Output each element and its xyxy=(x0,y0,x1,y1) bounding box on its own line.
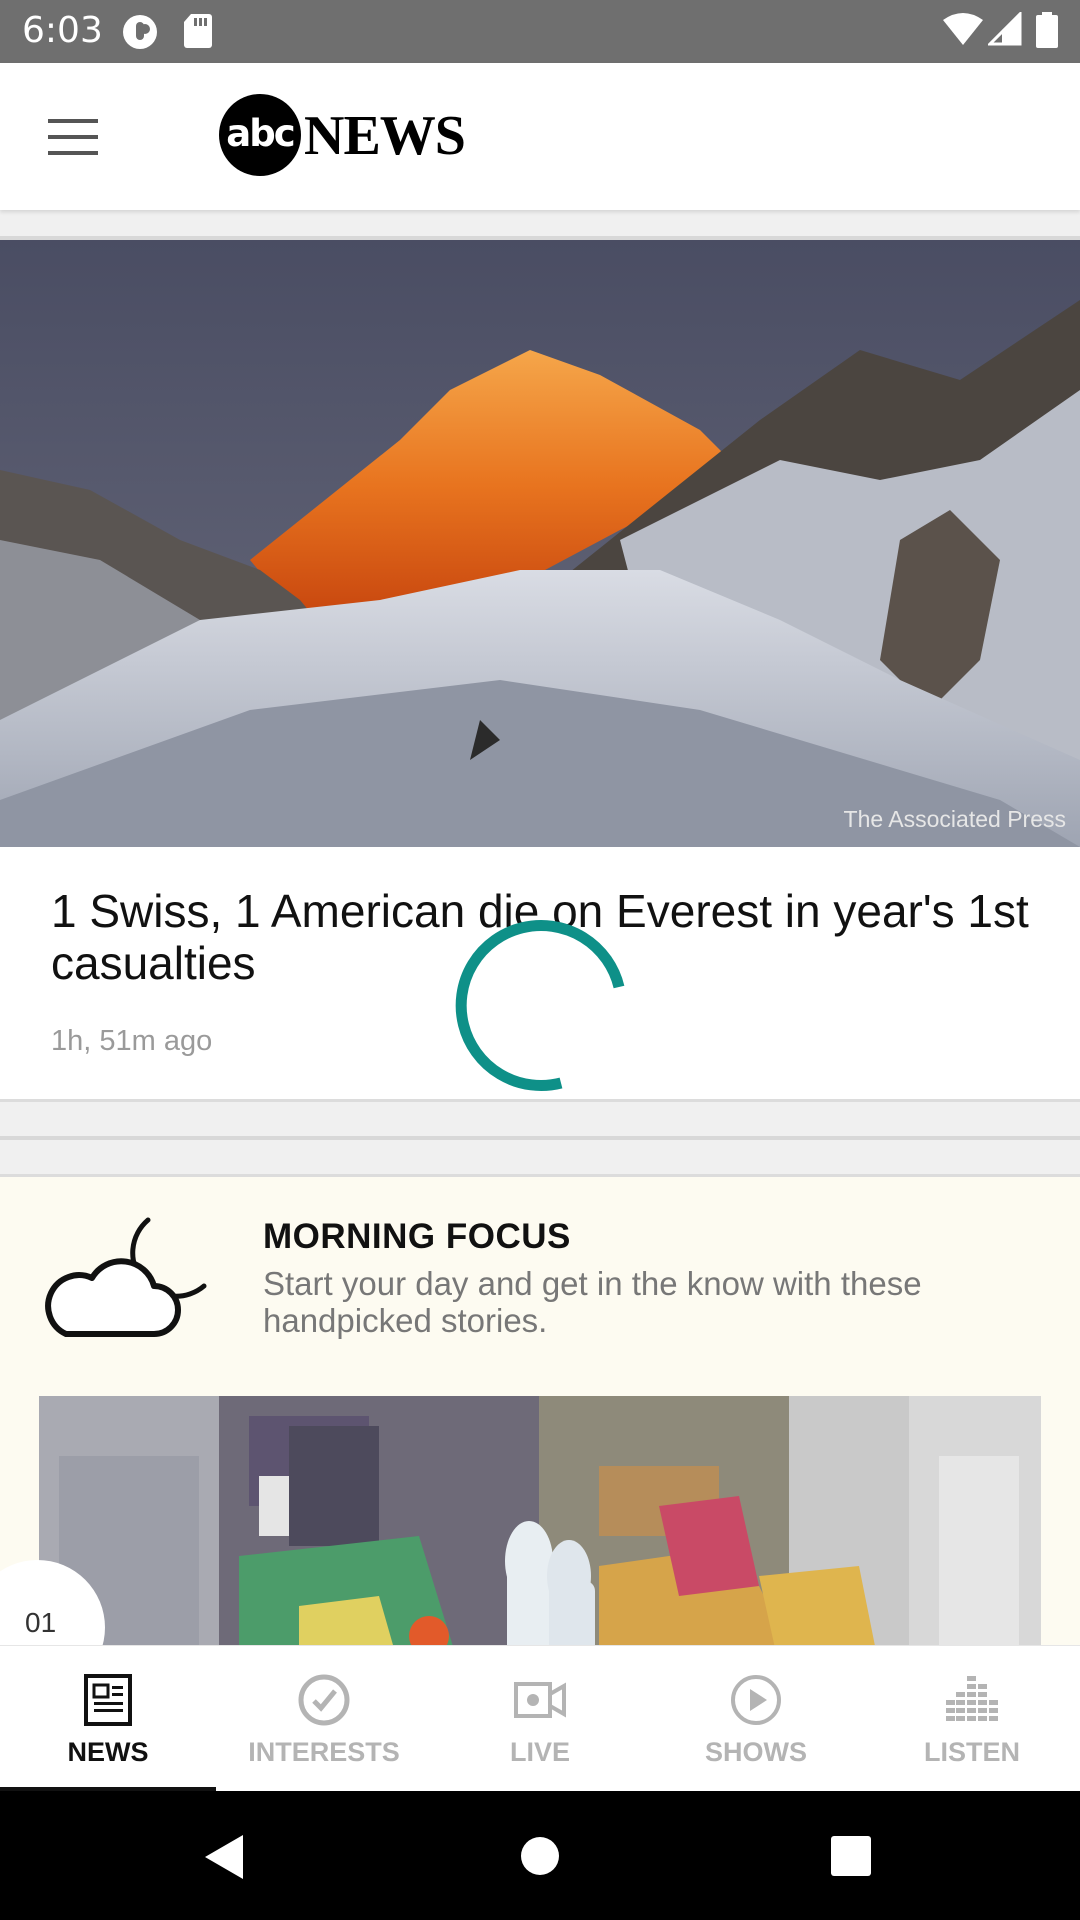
tab-shows[interactable]: SHOWS xyxy=(648,1646,864,1792)
abc-news-logo[interactable]: abc NEWS xyxy=(219,94,466,182)
vpn-key-icon xyxy=(123,15,157,49)
tab-news[interactable]: NEWS xyxy=(0,1646,216,1792)
morning-focus-story-image[interactable] xyxy=(39,1396,1041,1645)
listen-equalizer-icon xyxy=(946,1676,998,1721)
system-navigation-bar xyxy=(0,1791,1080,1920)
loading-spinner-icon xyxy=(455,920,625,1091)
tab-live[interactable]: LIVE xyxy=(432,1646,648,1792)
app-bar: abc NEWS xyxy=(0,63,1080,210)
hamburger-menu-icon[interactable] xyxy=(38,111,108,163)
morning-focus-description: Start your day and get in the know with … xyxy=(263,1265,922,1339)
story-timestamp: 1h, 51m ago xyxy=(51,1025,213,1057)
tab-listen[interactable]: LISTEN xyxy=(864,1646,1080,1792)
shows-play-icon xyxy=(731,1675,781,1725)
home-icon[interactable] xyxy=(520,1836,560,1876)
live-video-icon xyxy=(514,1682,566,1718)
photo-credit: The Associated Press xyxy=(843,806,1066,832)
news-icon xyxy=(84,1674,132,1726)
section-separator-lower xyxy=(0,1140,1080,1175)
recents-icon[interactable] xyxy=(831,1836,871,1876)
tab-interests[interactable]: INTERESTS xyxy=(216,1646,432,1792)
slide-index-number: 01 xyxy=(25,1607,57,1638)
bottom-navigation: NEWS INTERESTS LIVE SHOWS LISTEN xyxy=(0,1645,1080,1792)
interests-check-icon xyxy=(298,1674,350,1726)
cloud-moon-icon xyxy=(45,1217,207,1337)
back-icon[interactable] xyxy=(205,1835,245,1879)
tab-live-label: LIVE xyxy=(509,1737,570,1767)
status-time: 6:03 xyxy=(22,10,103,51)
cell-signal-icon xyxy=(988,12,1022,46)
everest-photo xyxy=(0,240,1080,847)
tab-listen-label: LISTEN xyxy=(923,1737,1020,1767)
hero-image-everest[interactable]: The Associated Press xyxy=(0,240,1080,847)
morning-focus-title: MORNING FOCUS xyxy=(263,1217,571,1256)
tab-shows-label: SHOWS xyxy=(704,1737,807,1767)
tab-interests-label: INTERESTS xyxy=(248,1737,400,1767)
morning-focus-section: MORNING FOCUS Start your day and get in … xyxy=(0,1177,1080,1645)
status-bar: 6:03 xyxy=(0,0,1080,63)
tab-news-label: NEWS xyxy=(67,1737,149,1767)
battery-icon xyxy=(1036,12,1058,48)
logo-news-text: NEWS xyxy=(304,105,466,167)
wifi-icon xyxy=(943,13,983,45)
sd-card-icon xyxy=(184,14,212,48)
logo-abc-text: abc xyxy=(226,112,295,155)
hospital-ward-photo xyxy=(39,1396,1041,1645)
section-separator xyxy=(0,1102,1080,1137)
